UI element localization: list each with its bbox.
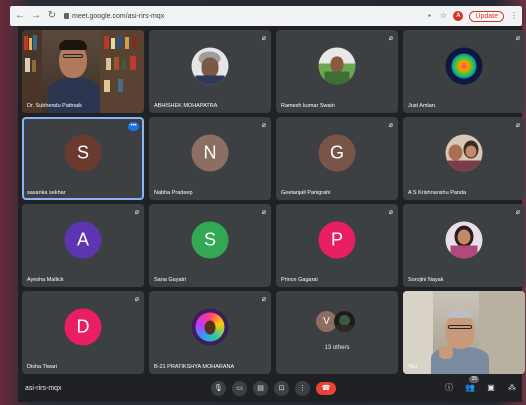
address-bar[interactable]: meet.google.com/asi-rirs-mqx [64,13,164,20]
others-tile[interactable]: V 13 others [276,291,398,374]
leave-call-button[interactable]: ☎ [316,381,336,395]
participant-name: Geetanjali Panigrahi [281,190,331,196]
participant-tile[interactable]: ⌀ ABHISHEK MOHAPATRA [149,30,271,113]
avatar [191,308,229,346]
participant-tile[interactable]: ⌀ B-21 PRATIKSHYA MOHARANA [149,291,271,374]
avatar [445,47,483,85]
call-controls: 🎙 ▭ ▤ ⊡ ⋮ ☎ [211,380,336,396]
people-icon[interactable]: 👥 35 [464,376,479,394]
avatar: G [318,134,356,172]
participant-tile[interactable]: ⌀ D Disha Tiwari [22,291,144,374]
present-button[interactable]: ⊡ [274,380,289,396]
participant-name: B-21 PRATIKSHYA MOHARANA [154,364,235,370]
more-options-button[interactable]: ⋮ [295,380,310,396]
participant-name: Nabha Pradeep [154,190,193,196]
mic-off-icon: ⌀ [261,122,266,129]
mic-off-icon: ⌀ [388,209,393,216]
participant-name: Sana Gayatri [154,277,187,283]
avatar [445,134,483,172]
mic-off-icon: ⌀ [388,35,393,42]
avatar [445,221,483,259]
mic-off-icon: ⌀ [134,296,139,303]
participant-tile[interactable]: ⌀ Sorojini Nayak [403,204,525,287]
mic-toggle-button[interactable]: 🎙 [211,380,226,396]
participant-name: You [408,364,418,370]
avatar: N [191,134,229,172]
participant-name: Ramesh kumar Swain [281,103,335,109]
video-feed [403,291,525,374]
avatar [334,311,355,332]
self-tile[interactable]: You [403,291,525,374]
mic-off-icon: ⌀ [134,209,139,216]
avatar: S [64,134,102,172]
menu-dots-icon[interactable]: ⋮ [510,12,518,20]
mic-off-icon: ⌀ [515,122,520,129]
video-feed [22,30,144,113]
profile-avatar[interactable]: A [453,11,464,21]
participant-count-badge: 35 [469,376,479,383]
toolbar-actions: ▪ ☆ A Update ⋮ [425,10,518,22]
side-controls: ⓘ 👥 35 ▣ ⁂ [443,376,518,394]
participant-name: Dr. Subhendu Pattnaik [27,103,83,109]
others-count-label: 13 others [324,345,350,351]
participant-tile[interactable]: ⌀ A Ayesha Mallick [22,204,144,287]
mic-off-icon: ⌀ [388,122,393,129]
participant-tile[interactable]: Dr. Subhendu Pattnaik [22,30,144,113]
meeting-code: asi-rirs-mqx [25,384,62,392]
meeting-area: Dr. Subhendu Pattnaik ⌀ ABHISHEK MOHAPAT… [18,26,525,402]
avatar: P [318,221,356,259]
avatar: S [191,221,229,259]
participant-name: A S Krishnanshu Panda [408,190,467,196]
info-icon[interactable]: ⓘ [443,382,455,394]
participant-tile[interactable]: ⌀ N Nabha Pradeep [149,117,271,200]
mic-off-icon: ⌀ [515,35,520,42]
lock-icon [64,13,69,19]
captions-button[interactable]: ▤ [253,380,268,396]
activities-icon[interactable]: ⁂ [506,382,518,394]
avatar [318,47,356,85]
participant-name: Sorojini Nayak [408,277,444,283]
forward-arrow-icon[interactable]: → [30,10,42,22]
back-arrow-icon[interactable]: ← [14,10,26,22]
mic-off-icon: ⌀ [261,209,266,216]
avatar: A [64,221,102,259]
participant-name: Just Amlan. [408,103,437,109]
star-icon[interactable]: ☆ [439,12,447,20]
avatar [191,47,229,85]
participant-name: Prince Gagarai [281,277,318,283]
participant-tile[interactable]: ⌀ Ramesh kumar Swain [276,30,398,113]
participant-name: sasanka sekhar [27,190,66,196]
mic-off-icon: ⌀ [261,296,266,303]
avatar: D [64,308,102,346]
camera-icon[interactable]: ▪ [425,12,433,20]
participant-name: Disha Tiwari [27,364,57,370]
participant-tile[interactable]: ⌀ S Sana Gayatri [149,204,271,287]
update-button[interactable]: Update [469,10,504,22]
bottom-bar: asi-rirs-mqx 🎙 ▭ ▤ ⊡ ⋮ ☎ ⓘ 👥 35 ▣ ⁂ [18,374,522,402]
url-text: meet.google.com/asi-rirs-mqx [72,12,165,20]
camera-toggle-button[interactable]: ▭ [232,380,247,396]
reload-icon[interactable]: ↻ [46,10,58,22]
mic-off-icon: ⌀ [515,209,520,216]
participant-tile[interactable]: ⌀ A S Krishnanshu Panda [403,117,525,200]
participant-tile[interactable]: ⌀ P Prince Gagarai [276,204,398,287]
participant-name: ABHISHEK MOHAPATRA [154,103,218,109]
browser-toolbar: ← → ↻ meet.google.com/asi-rirs-mqx ▪ ☆ A… [10,6,522,26]
participant-tile[interactable]: ⌀ Just Amlan. [403,30,525,113]
mic-off-icon: ⌀ [261,35,266,42]
speaking-indicator-icon: ••• [128,122,139,131]
participant-name: Ayesha Mallick [27,277,64,283]
chat-icon[interactable]: ▣ [485,382,497,394]
participant-tile[interactable]: ⌀ G Geetanjali Panigrahi [276,117,398,200]
participant-tile[interactable]: ••• S sasanka sekhar [22,117,144,200]
